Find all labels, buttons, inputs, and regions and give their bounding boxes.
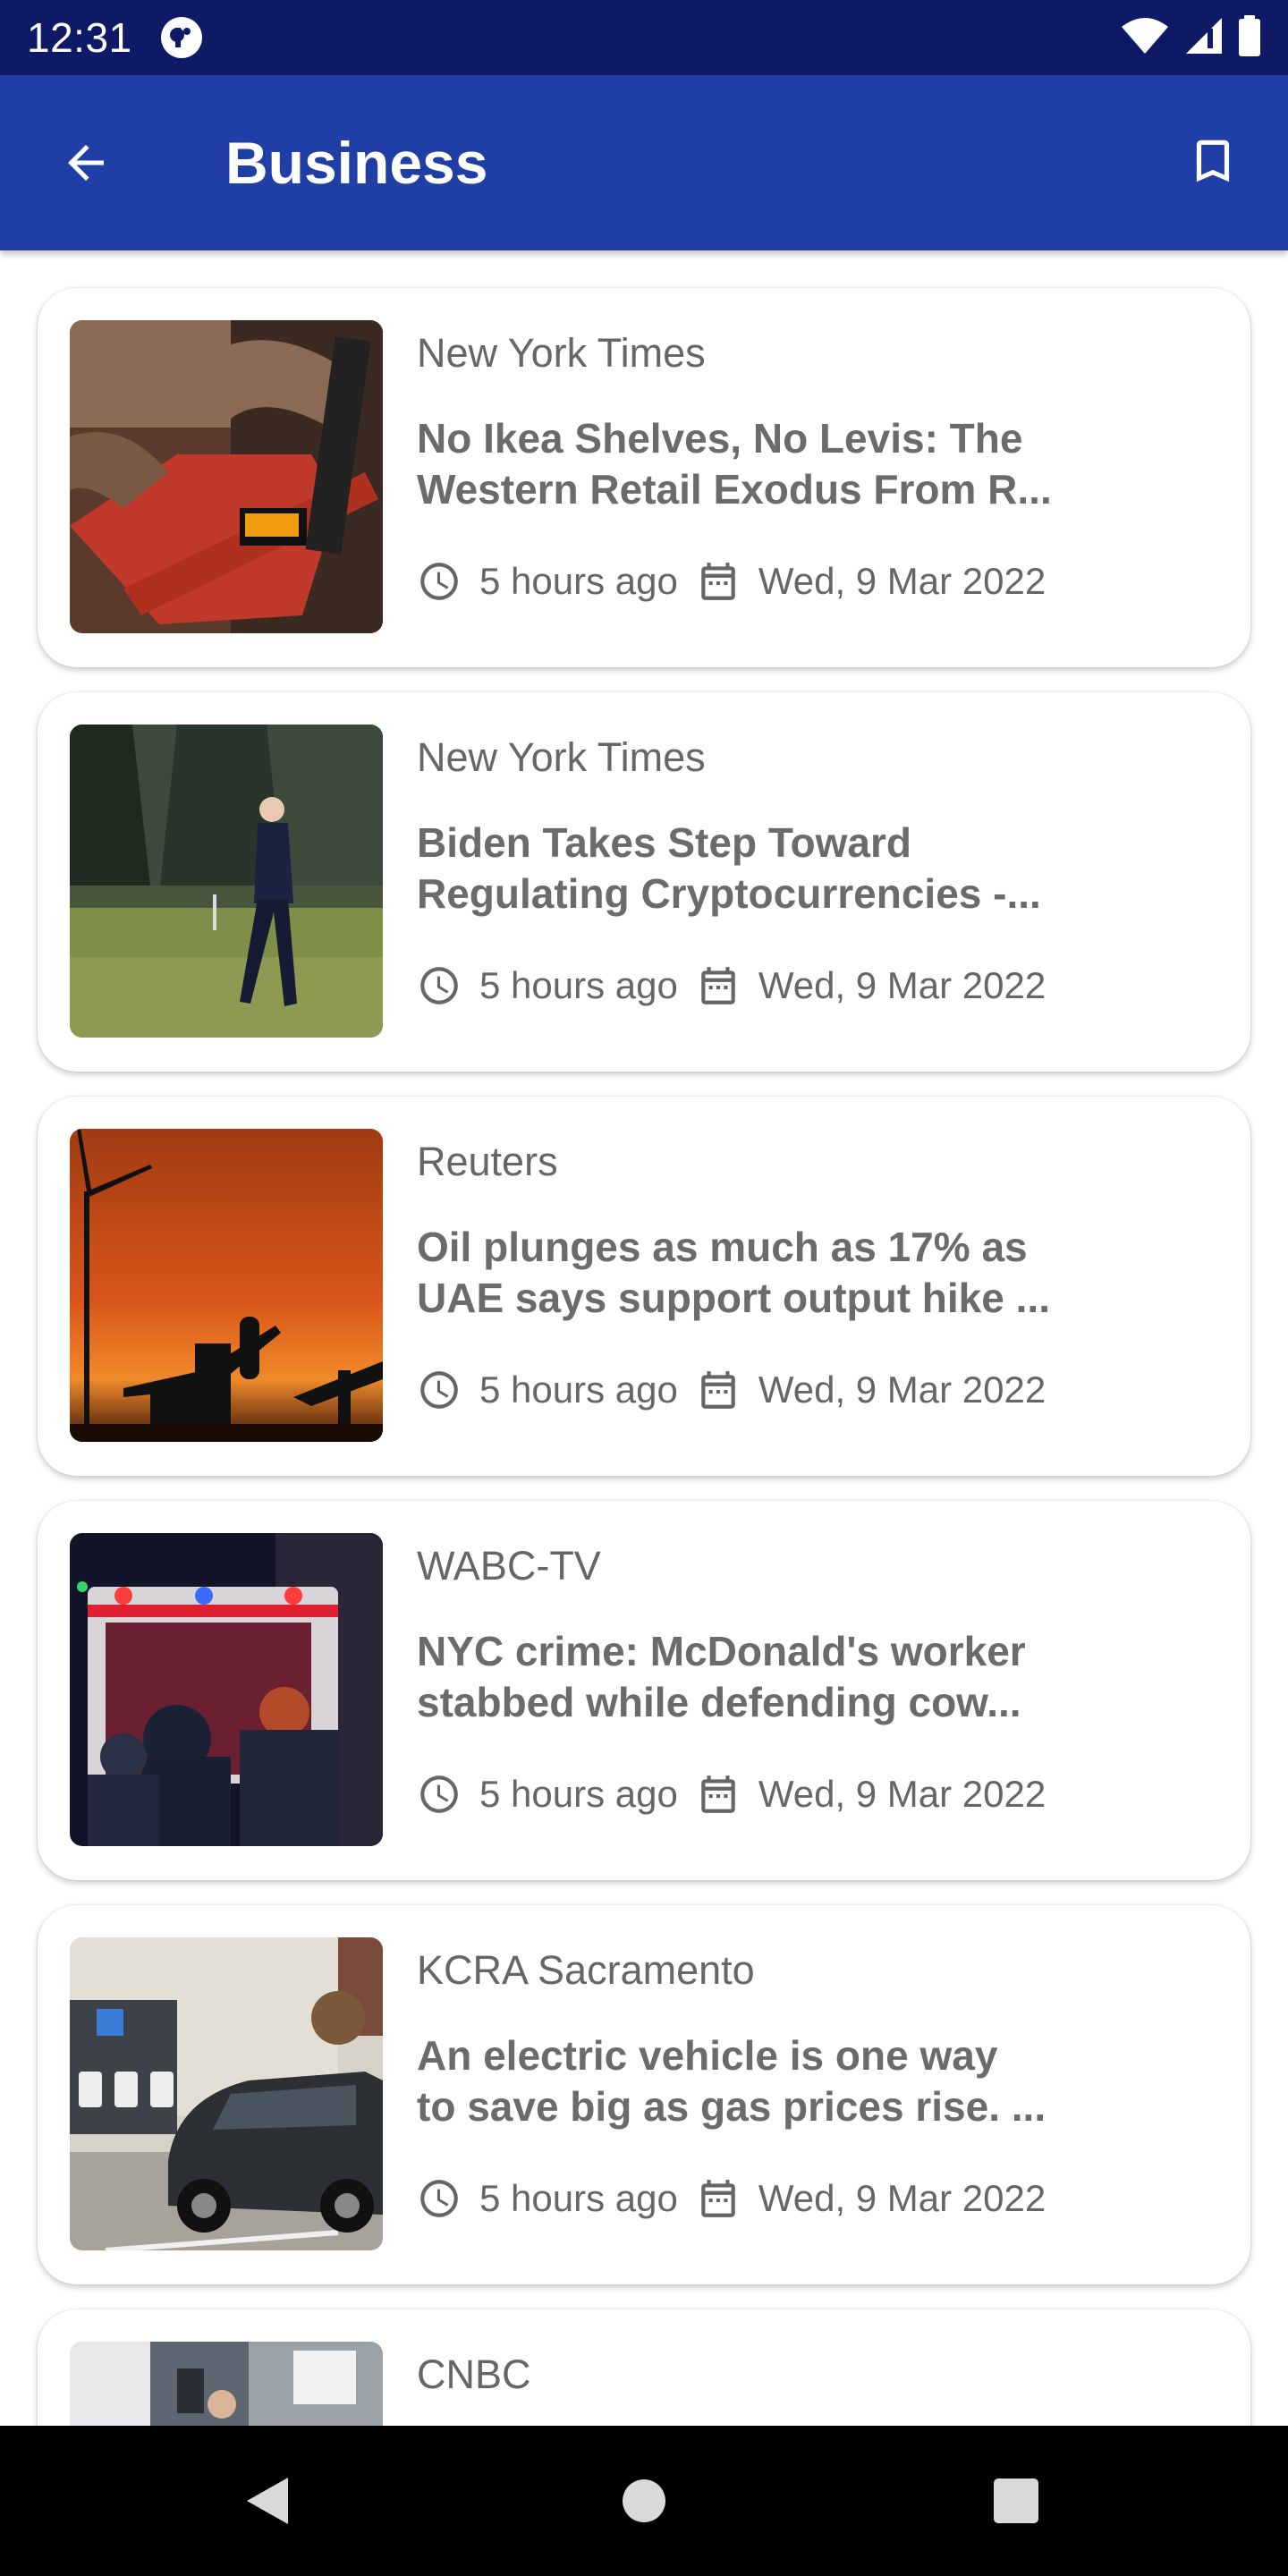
nav-back-button[interactable]	[240, 2474, 293, 2528]
article-thumbnail	[70, 1533, 383, 1846]
article-meta: 5 hours ago Wed, 9 Mar 2022	[417, 1365, 1046, 1415]
wifi-icon	[1120, 16, 1170, 60]
screen: 12:31 Business New York Times No Ikea Sh…	[0, 0, 1288, 2576]
article-source: CNBC	[417, 2351, 531, 2397]
article-date: Wed, 9 Mar 2022	[758, 1368, 1046, 1411]
article-headline: No Ikea Shelves, No Levis: The Western R…	[417, 413, 1079, 515]
headline-line: Oil plunges as much as 17% as	[417, 1224, 1028, 1270]
article-list: New York Times No Ikea Shelves, No Levis…	[0, 250, 1288, 2426]
article-relative-time: 5 hours ago	[479, 1368, 678, 1411]
article-date: Wed, 9 Mar 2022	[758, 1773, 1046, 1815]
article-source: KCRA Sacramento	[417, 1947, 755, 1993]
back-button[interactable]	[52, 129, 120, 197]
battery-icon	[1238, 14, 1261, 61]
article-headline: Biden Takes Step Toward Regulating Crypt…	[417, 818, 1079, 919]
bookmark-icon	[1196, 140, 1230, 182]
article-source: Reuters	[417, 1139, 558, 1184]
article-meta: 5 hours ago Wed, 9 Mar 2022	[417, 2174, 1046, 2224]
status-icons	[1120, 14, 1261, 61]
headline-line: Western Retail Exodus From R...	[417, 466, 1052, 513]
triangle-back-icon	[247, 2478, 288, 2524]
article-headline: An electric vehicle is one way to save b…	[417, 2030, 1079, 2132]
article-meta: 5 hours ago Wed, 9 Mar 2022	[417, 961, 1046, 1011]
article-meta: 5 hours ago Wed, 9 Mar 2022	[417, 1769, 1046, 1819]
article-date: Wed, 9 Mar 2022	[758, 964, 1046, 1006]
article-card[interactable]: New York Times Biden Takes Step Toward R…	[38, 692, 1250, 1072]
headline-line: to save big as gas prices rise. ...	[417, 2083, 1046, 2130]
article-card[interactable]: CNBC	[38, 2309, 1250, 2426]
article-relative-time: 5 hours ago	[479, 560, 678, 602]
nav-recents-button[interactable]	[989, 2474, 1043, 2528]
system-navigation-bar	[0, 2426, 1288, 2576]
article-meta: 5 hours ago Wed, 9 Mar 2022	[417, 556, 1046, 606]
calendar-icon	[696, 1772, 741, 1817]
clock-icon	[417, 963, 462, 1008]
article-relative-time: 5 hours ago	[479, 2177, 678, 2219]
article-relative-time: 5 hours ago	[479, 1773, 678, 1815]
article-card[interactable]: KCRA Sacramento An electric vehicle is o…	[38, 1905, 1250, 2284]
page-title: Business	[225, 130, 488, 196]
square-recents-icon	[994, 2479, 1038, 2523]
status-bar: 12:31	[0, 0, 1288, 75]
article-date: Wed, 9 Mar 2022	[758, 560, 1046, 602]
article-date: Wed, 9 Mar 2022	[758, 2177, 1046, 2219]
article-card[interactable]: WABC-TV NYC crime: McDonald's worker sta…	[38, 1501, 1250, 1880]
article-card[interactable]: New York Times No Ikea Shelves, No Levis…	[38, 288, 1250, 667]
article-headline: NYC crime: McDonald's worker stabbed whi…	[417, 1626, 1079, 1728]
notification-app-icon	[159, 15, 204, 60]
circle-home-icon	[623, 2479, 665, 2522]
calendar-icon	[696, 2176, 741, 2221]
article-headline: Oil plunges as much as 17% as UAE says s…	[417, 1222, 1079, 1324]
calendar-icon	[696, 559, 741, 604]
article-source: New York Times	[417, 734, 706, 780]
article-card[interactable]: Reuters Oil plunges as much as 17% as UA…	[38, 1097, 1250, 1476]
app-bar: Business	[0, 75, 1288, 250]
clock-icon	[417, 1772, 462, 1817]
article-thumbnail	[70, 1129, 383, 1442]
arrow-back-icon	[68, 145, 104, 181]
bookmarks-button[interactable]	[1179, 127, 1247, 195]
article-thumbnail	[70, 1937, 383, 2250]
clock-icon	[417, 559, 462, 604]
headline-line: UAE says support output hike ...	[417, 1275, 1050, 1321]
headline-line: Biden Takes Step Toward	[417, 819, 911, 866]
article-source: New York Times	[417, 330, 706, 376]
cell-signal-icon	[1184, 16, 1224, 60]
calendar-icon	[696, 963, 741, 1008]
headline-line: NYC crime: McDonald's worker	[417, 1628, 1026, 1674]
article-relative-time: 5 hours ago	[479, 964, 678, 1006]
article-thumbnail	[70, 2342, 383, 2426]
article-source: WABC-TV	[417, 1543, 601, 1589]
nav-home-button[interactable]	[617, 2474, 671, 2528]
headline-line: stabbed while defending cow...	[417, 1679, 1021, 1725]
clock-icon	[417, 2176, 462, 2221]
status-time: 12:31	[27, 14, 132, 61]
headline-line: An electric vehicle is one way	[417, 2032, 998, 2079]
article-thumbnail	[70, 320, 383, 633]
headline-line: Regulating Cryptocurrencies -...	[417, 870, 1041, 917]
clock-icon	[417, 1368, 462, 1412]
calendar-icon	[696, 1368, 741, 1412]
article-thumbnail	[70, 724, 383, 1038]
headline-line: No Ikea Shelves, No Levis: The	[417, 415, 1023, 462]
